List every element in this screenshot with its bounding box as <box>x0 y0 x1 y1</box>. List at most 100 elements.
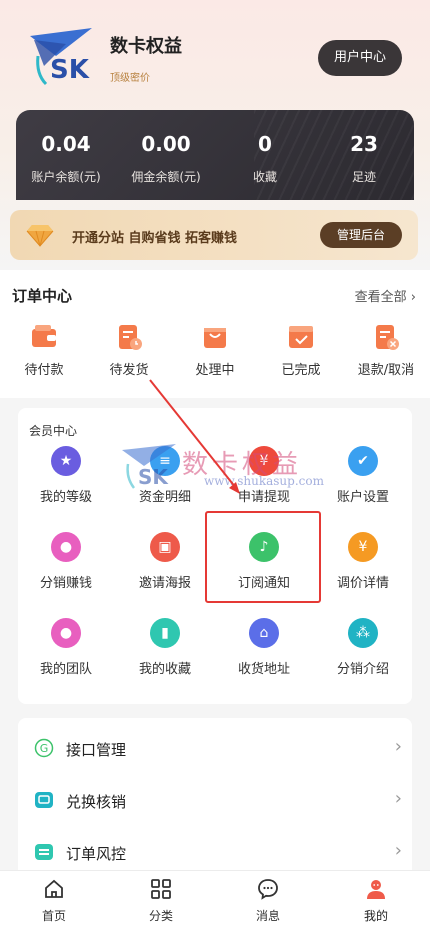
chevron-right-icon: › <box>394 840 402 861</box>
section-title: 订单中心 <box>12 287 73 305</box>
menu-price-adjust-detail[interactable]: ¥ 调价详情 <box>318 532 408 591</box>
admin-backend-button[interactable]: 管理后台 <box>320 222 402 248</box>
menu-label: 分销赚钱 <box>39 576 92 591</box>
diamond-icon <box>26 223 54 247</box>
view-all-label: 查看全部 <box>354 290 407 305</box>
shield-icon: ✔ <box>348 446 378 476</box>
bottom-tab-bar: 首页 分类 消息 我的 <box>0 870 430 932</box>
substation-promo-banner[interactable]: 开通分站 自购省钱 拓客赚钱 管理后台 <box>10 210 418 260</box>
tool-list: G 接口管理 › 兑换核销 › 订单风控 › <box>18 718 412 878</box>
menu-distribution-earn[interactable]: ● 分销赚钱 <box>21 532 111 591</box>
stat-label: 足迹 <box>351 170 376 184</box>
menu-label: 收货地址 <box>237 662 290 677</box>
order-processing[interactable]: 处理中 <box>175 322 255 378</box>
refund-icon <box>371 322 401 352</box>
clipboard-icon <box>114 322 144 352</box>
svg-text:SK: SK <box>50 55 90 85</box>
box-check-icon <box>286 322 316 352</box>
chevron-right-icon: › <box>394 736 402 757</box>
shopping-bag-icon <box>200 322 230 352</box>
stat-value: 0.00 <box>141 132 191 156</box>
order-completed[interactable]: 已完成 <box>261 322 341 378</box>
menu-funds-detail[interactable]: ≡ 资金明细 <box>120 446 210 505</box>
menu-label: 申请提现 <box>237 490 290 505</box>
list-item-api-management[interactable]: G 接口管理 › <box>18 722 412 774</box>
yen-icon: ¥ <box>249 446 279 476</box>
api-icon: G <box>34 738 54 758</box>
yen-icon: ¥ <box>348 532 378 562</box>
menu-my-favorites[interactable]: ▮ 我的收藏 <box>120 618 210 677</box>
menu-label: 资金明细 <box>138 490 191 505</box>
menu-label: 分销介绍 <box>336 662 389 677</box>
tab-label: 首页 <box>41 909 66 923</box>
tab-category[interactable]: 分类 <box>131 877 191 924</box>
wallet-icon <box>29 322 59 352</box>
order-label: 处理中 <box>195 363 235 378</box>
stat-label: 账户余额(元) <box>31 170 101 184</box>
stat-account-balance[interactable]: 0.04 账户余额(元) <box>16 132 116 185</box>
redeem-icon <box>34 790 54 810</box>
home-icon: ⌂ <box>249 618 279 648</box>
section-title: 会员中心 <box>29 424 78 438</box>
menu-label: 调价详情 <box>336 576 389 591</box>
tab-label: 我的 <box>363 909 388 923</box>
stat-value: 23 <box>350 132 378 156</box>
order-center: 订单中心 查看全部 › 待付款 待发货 处理中 已完成 退款/取消 <box>0 270 430 398</box>
tab-mine[interactable]: 我的 <box>346 877 406 924</box>
list-label: 订单风控 <box>66 845 127 863</box>
funds-icon: ≡ <box>150 446 180 476</box>
annotation-highlight-box <box>205 511 321 603</box>
order-pending-shipment[interactable]: 待发货 <box>89 322 169 378</box>
team-icon: ● <box>51 618 81 648</box>
user-icon <box>364 877 388 901</box>
menu-invite-poster[interactable]: ▣ 邀请海报 <box>120 532 210 591</box>
menu-my-team[interactable]: ● 我的团队 <box>21 618 111 677</box>
stat-footprints[interactable]: 23 足迹 <box>314 132 414 185</box>
list-label: 兑换核销 <box>66 793 127 811</box>
order-pending-payment[interactable]: 待付款 <box>4 322 84 378</box>
chevron-right-icon: › <box>394 788 402 809</box>
stat-value: 0.04 <box>41 132 91 156</box>
message-icon <box>256 877 280 901</box>
view-all-orders-link[interactable]: 查看全部 › <box>355 286 416 305</box>
order-label: 待发货 <box>109 363 149 378</box>
grid-icon <box>149 877 173 901</box>
menu-my-level[interactable]: ★ 我的等级 <box>21 446 111 505</box>
risk-control-icon <box>34 842 54 862</box>
menu-label: 我的团队 <box>39 662 92 677</box>
star-icon: ★ <box>51 446 81 476</box>
order-label: 退款/取消 <box>357 363 415 378</box>
menu-shipping-address[interactable]: ⌂ 收货地址 <box>219 618 309 677</box>
order-label: 已完成 <box>281 363 321 378</box>
stat-label: 收藏 <box>252 170 277 184</box>
stat-commission-balance[interactable]: 0.00 佣金余额(元) <box>116 132 216 185</box>
menu-label: 我的收藏 <box>138 662 191 677</box>
tab-label: 消息 <box>255 909 280 923</box>
menu-label: 账户设置 <box>336 490 389 505</box>
tab-home[interactable]: 首页 <box>24 877 84 924</box>
brand-logo: SK <box>26 26 96 90</box>
menu-label: 邀请海报 <box>138 576 191 591</box>
menu-apply-withdraw[interactable]: ¥ 申请提现 <box>219 446 309 505</box>
menu-account-settings[interactable]: ✔ 账户设置 <box>318 446 408 505</box>
network-icon: ⁂ <box>348 618 378 648</box>
tab-messages[interactable]: 消息 <box>238 877 298 924</box>
balance-stats-card: 0.04 账户余额(元) 0.00 佣金余额(元) 0 收藏 23 足迹 <box>16 110 414 200</box>
brand-name: 数卡权益 <box>110 36 182 57</box>
distribution-icon: ● <box>51 532 81 562</box>
order-label: 待付款 <box>24 363 64 378</box>
bookmark-icon: ▮ <box>150 618 180 648</box>
chevron-right-icon: › <box>410 290 416 305</box>
stat-favorites[interactable]: 0 收藏 <box>215 132 315 185</box>
profile-header: SK 数卡权益 顶级密价 用户中心 <box>0 0 430 110</box>
brand-tagline: 顶级密价 <box>110 73 150 84</box>
user-center-button[interactable]: 用户中心 <box>318 40 402 76</box>
order-refund-cancel[interactable]: 退款/取消 <box>346 322 426 378</box>
list-item-redeem-verify[interactable]: 兑换核销 › <box>18 774 412 826</box>
poster-icon: ▣ <box>150 532 180 562</box>
promo-text: 开通分站 自购省钱 拓客赚钱 <box>72 231 238 246</box>
tab-label: 分类 <box>148 909 173 923</box>
list-label: 接口管理 <box>66 741 127 759</box>
menu-label: 我的等级 <box>39 490 92 505</box>
menu-distribution-intro[interactable]: ⁂ 分销介绍 <box>318 618 408 677</box>
